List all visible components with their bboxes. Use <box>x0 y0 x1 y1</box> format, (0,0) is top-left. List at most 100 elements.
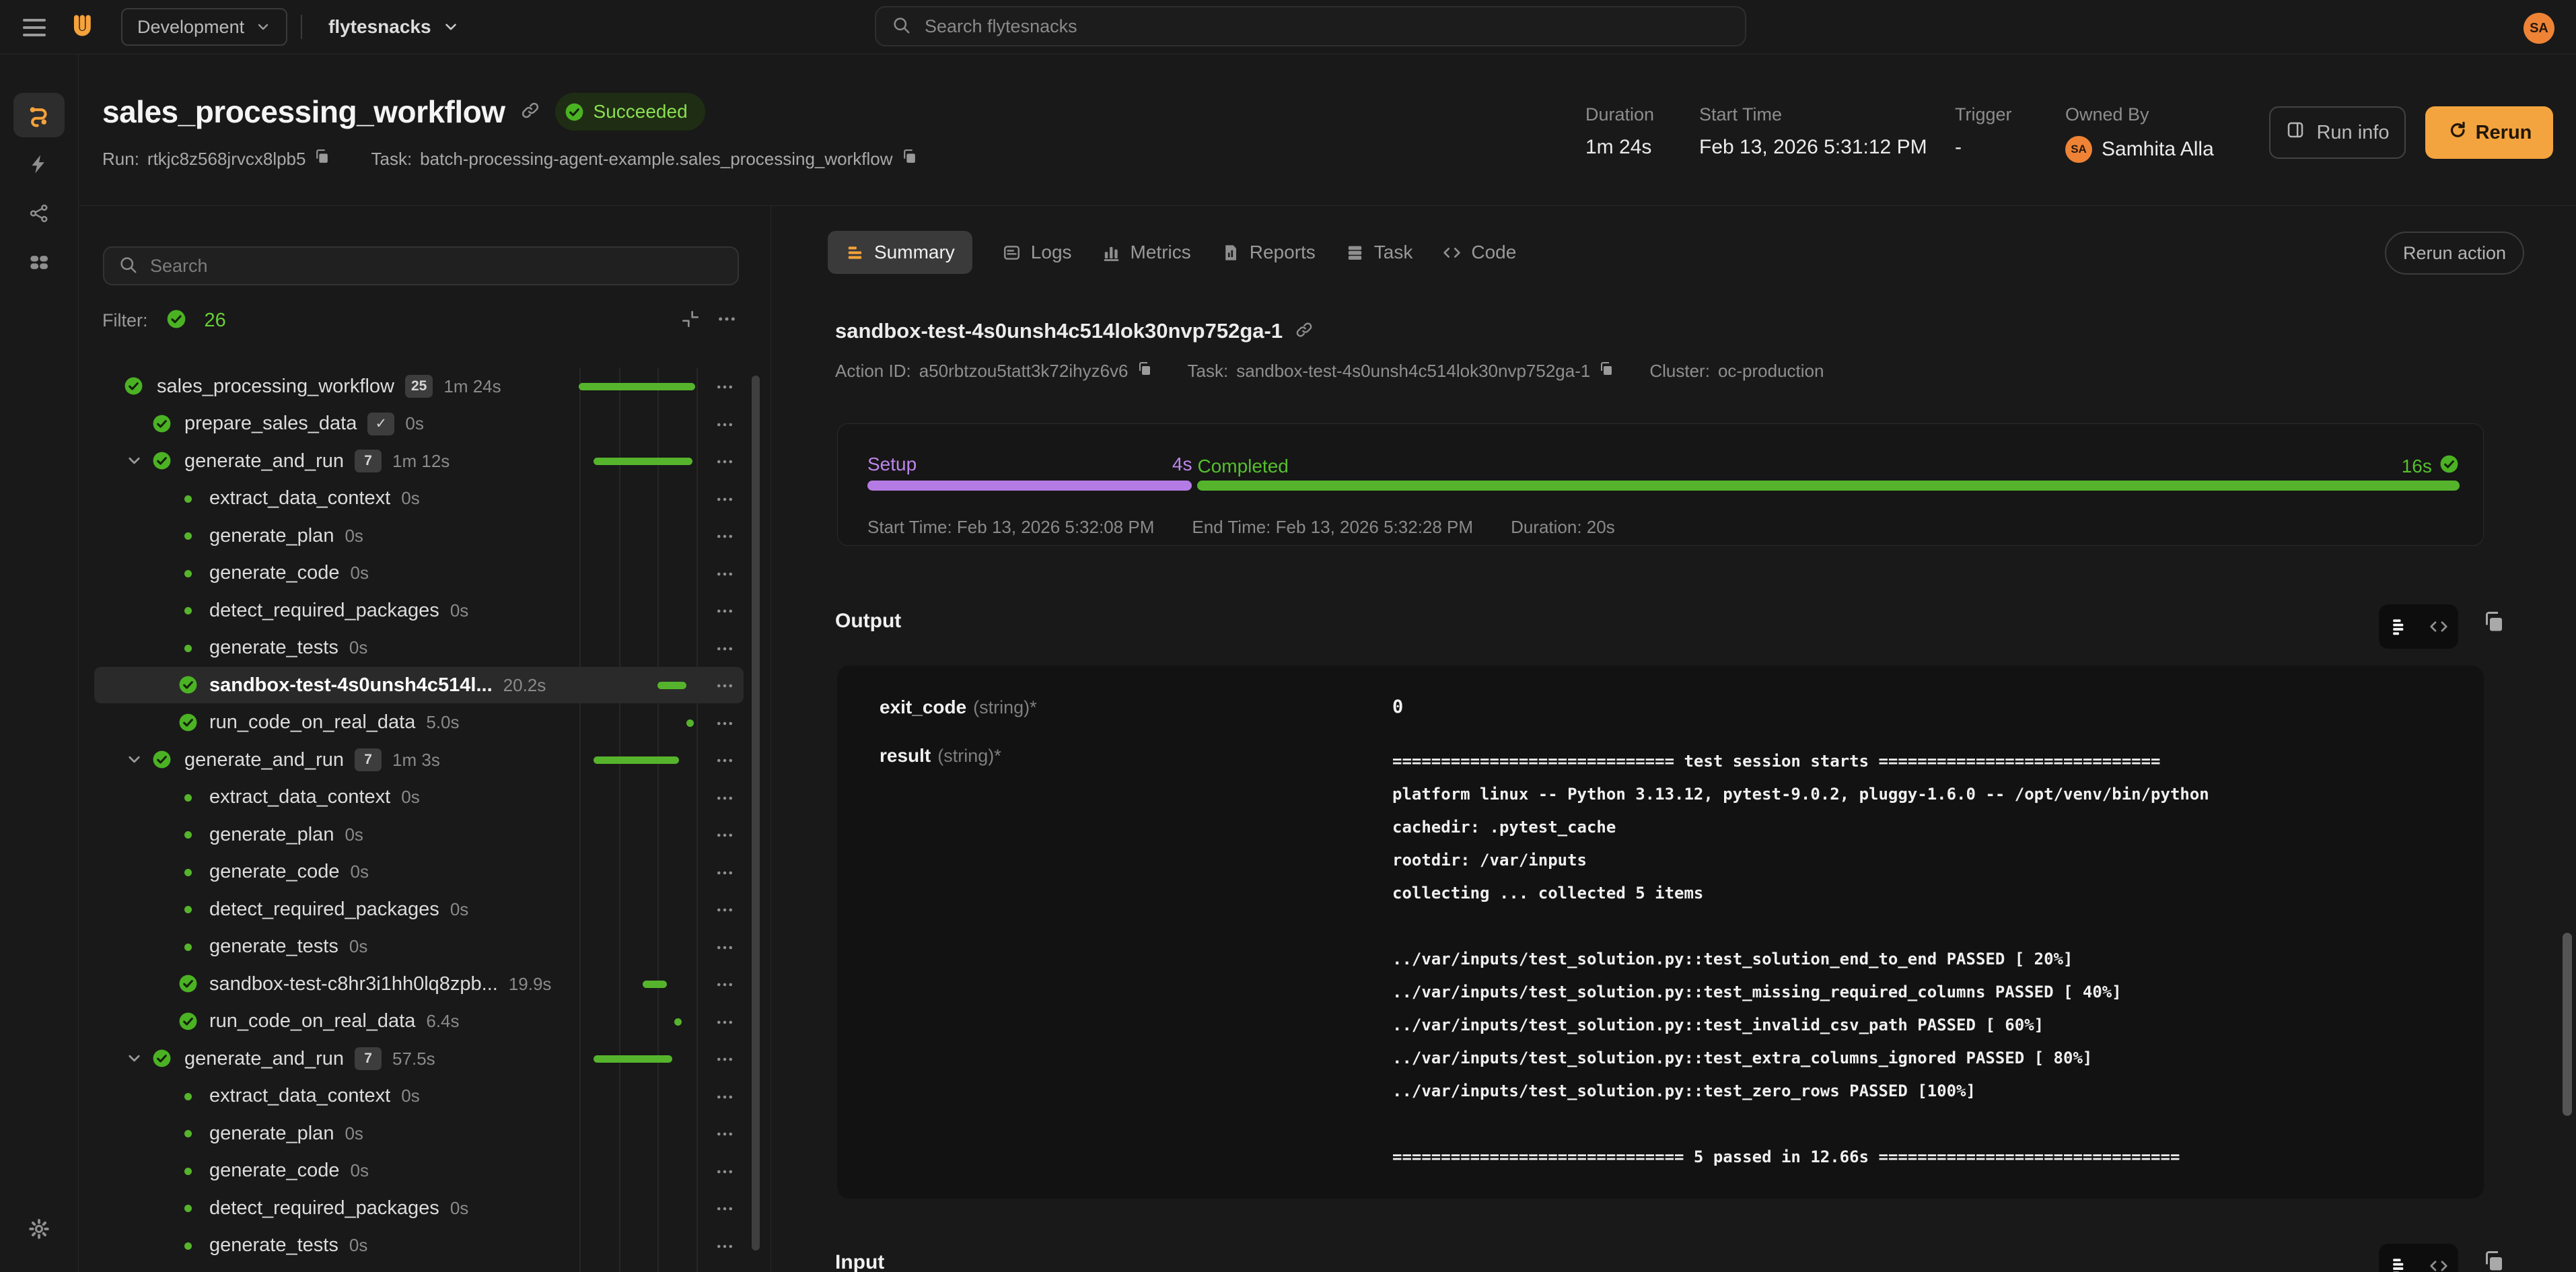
row-menu-icon[interactable] <box>715 1124 735 1144</box>
tree-row[interactable]: sandbox-test-c8hr3i1hh0lq8zpb...19.9s <box>78 965 771 1003</box>
tree-row[interactable]: prepare_sales_data✓0s <box>78 405 771 443</box>
copy-icon[interactable] <box>314 148 330 170</box>
gantt-bar <box>594 458 693 465</box>
row-menu-icon[interactable] <box>715 900 735 920</box>
tab-reports[interactable]: Reports <box>1221 242 1316 263</box>
rail-runs-icon[interactable] <box>13 93 65 137</box>
tree-row[interactable]: generate_code0s <box>78 555 771 592</box>
row-menu-icon[interactable] <box>715 526 735 546</box>
tab-metrics[interactable]: Metrics <box>1102 242 1191 263</box>
rail-triggers-icon[interactable] <box>13 142 65 186</box>
tab-logs[interactable]: Logs <box>1002 242 1072 263</box>
tree-row[interactable]: generate_plan0s <box>78 1115 771 1152</box>
row-menu-icon[interactable] <box>715 1012 735 1032</box>
row-menu-icon[interactable] <box>715 1199 735 1219</box>
row-menu-icon[interactable] <box>715 415 735 435</box>
output-copy-icon[interactable] <box>2482 610 2506 634</box>
rail-graph-icon[interactable] <box>13 191 65 236</box>
chevron-down-icon[interactable] <box>125 452 143 470</box>
tree-row[interactable]: sales_processing_workflow251m 24s <box>78 367 771 405</box>
row-menu-icon[interactable] <box>715 1087 735 1107</box>
tree-scrollbar-thumb[interactable] <box>752 376 760 1250</box>
code-view-icon[interactable] <box>2419 604 2458 649</box>
tree-row[interactable]: generate_plan0s <box>78 816 771 853</box>
tree-row[interactable]: generate_code0s <box>78 1152 771 1190</box>
row-menu-icon[interactable] <box>715 713 735 734</box>
page-scrollbar-thumb[interactable] <box>2563 933 2572 1116</box>
row-menu-icon[interactable] <box>715 1162 735 1182</box>
copy-icon[interactable] <box>901 148 918 170</box>
row-menu-icon[interactable] <box>715 1049 735 1069</box>
environment-selector[interactable]: Development <box>121 8 287 46</box>
union-logo-icon[interactable] <box>67 12 97 42</box>
node-label: extract_data_context <box>209 786 390 808</box>
output-field-row: result(string)*=========================… <box>837 745 2484 1174</box>
tree-row[interactable]: generate_and_run71m 12s <box>78 442 771 480</box>
row-menu-icon[interactable] <box>715 564 735 584</box>
tree-row[interactable]: generate_and_run757.5s <box>78 1040 771 1077</box>
row-menu-icon[interactable] <box>715 863 735 883</box>
tree-row[interactable]: generate_tests0s <box>78 1227 771 1265</box>
link-icon[interactable] <box>1295 320 1314 343</box>
tree-row[interactable]: extract_data_context0s <box>78 1077 771 1115</box>
row-menu-icon[interactable] <box>715 639 735 659</box>
tab-summary[interactable]: Summary <box>828 231 972 274</box>
tree-search[interactable] <box>103 246 739 285</box>
list-view-icon[interactable] <box>2379 1244 2419 1272</box>
tree-row[interactable]: extract_data_context0s <box>78 480 771 518</box>
row-menu-icon[interactable] <box>715 489 735 509</box>
rail-apps-icon[interactable] <box>13 240 65 285</box>
tab-task[interactable]: Task <box>1345 242 1413 263</box>
run-info-button[interactable]: Run info <box>2269 106 2406 159</box>
hamburger-menu-icon[interactable] <box>23 16 46 39</box>
copy-icon[interactable] <box>1598 361 1614 382</box>
user-avatar[interactable]: SA <box>2524 13 2554 44</box>
action-title: sandbox-test-4s0unsh4c514lok30nvp752ga-1 <box>835 319 1283 343</box>
tree-row[interactable]: generate_tests0s <box>78 928 771 966</box>
link-icon[interactable] <box>520 100 540 124</box>
tree-row[interactable]: run_code_on_real_data6.4s <box>78 1003 771 1040</box>
tree-row[interactable]: detect_required_packages0s <box>78 890 771 928</box>
filter-status-check-icon[interactable] <box>166 308 187 333</box>
copy-icon[interactable] <box>1137 361 1153 382</box>
output-heading: Output <box>835 610 901 633</box>
code-view-icon[interactable] <box>2419 1244 2458 1272</box>
row-menu-icon[interactable] <box>715 377 735 397</box>
row-menu-icon[interactable] <box>715 788 735 808</box>
row-menu-icon[interactable] <box>715 452 735 472</box>
tree-row[interactable]: run_code_on_real_data5.0s <box>78 704 771 742</box>
tree-row[interactable]: generate_and_run71m 3s <box>78 741 771 779</box>
row-menu-icon[interactable] <box>715 938 735 958</box>
global-search[interactable] <box>875 6 1746 46</box>
status-dot-icon <box>184 906 192 913</box>
search-icon <box>891 15 911 38</box>
project-selector[interactable]: flytesnacks <box>328 0 460 54</box>
filter-menu-icon[interactable] <box>716 308 738 330</box>
row-menu-icon[interactable] <box>715 975 735 995</box>
row-menu-icon[interactable] <box>715 750 735 771</box>
row-menu-icon[interactable] <box>715 1236 735 1257</box>
rerun-action-button[interactable]: Rerun action <box>2385 232 2524 275</box>
chevron-down-icon[interactable] <box>125 750 143 769</box>
chevron-down-icon[interactable] <box>125 1049 143 1067</box>
row-menu-icon[interactable] <box>715 601 735 621</box>
node-label: detect_required_packages <box>209 1197 439 1220</box>
tab-code[interactable]: Code <box>1442 242 1516 263</box>
tree-row[interactable]: detect_required_packages0s <box>78 1189 771 1227</box>
list-view-icon[interactable] <box>2379 604 2419 649</box>
node-label: generate_tests <box>209 935 338 958</box>
tree-row[interactable]: detect_required_packages0s <box>78 592 771 629</box>
settings-gear-icon[interactable] <box>13 1207 65 1251</box>
tree-row[interactable]: generate_code0s <box>78 853 771 891</box>
tree-row[interactable]: generate_plan0s <box>78 517 771 555</box>
global-search-input[interactable] <box>923 15 1730 38</box>
input-copy-icon[interactable] <box>2482 1249 2506 1272</box>
tree-row[interactable]: generate_tests0s <box>78 629 771 667</box>
row-menu-icon[interactable] <box>715 825 735 845</box>
tree-row[interactable]: extract_data_context0s <box>78 779 771 816</box>
collapse-all-icon[interactable] <box>680 308 701 330</box>
rerun-button[interactable]: Rerun <box>2425 106 2553 159</box>
tree-search-input[interactable] <box>149 255 724 277</box>
tree-row[interactable]: sandbox-test-4s0unsh4c514l...20.2s <box>78 666 771 704</box>
row-menu-icon[interactable] <box>715 676 735 696</box>
